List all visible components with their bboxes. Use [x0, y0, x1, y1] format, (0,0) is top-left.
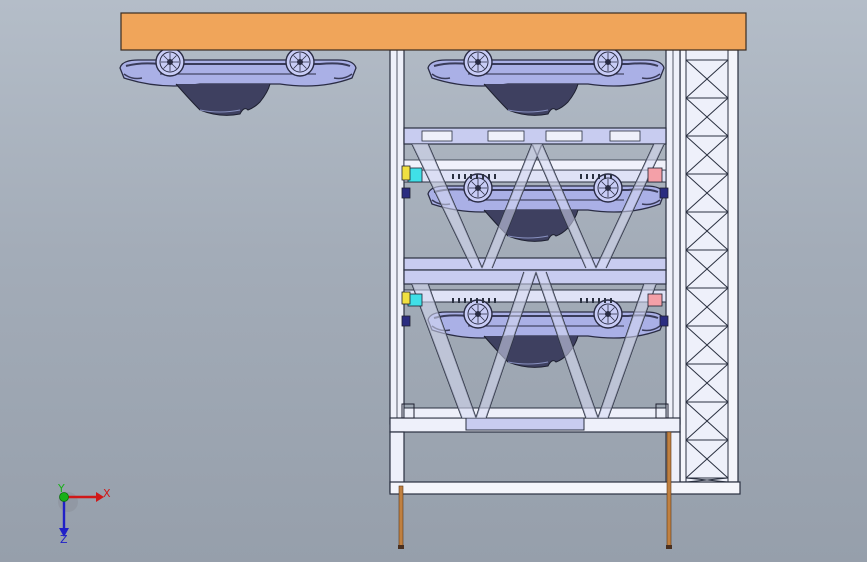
lattice-tower: [679, 49, 739, 483]
rail-tick: [580, 298, 582, 303]
rail-tick: [476, 174, 478, 179]
coordinate-triad: X Y Z: [57, 482, 111, 546]
cad-viewport[interactable]: X Y Z: [0, 0, 867, 562]
rail-tick: [598, 298, 600, 303]
rail-tick: [458, 174, 460, 179]
rail-tick: [586, 174, 588, 179]
rail-tick: [488, 174, 490, 179]
rail-tick: [488, 298, 490, 303]
rail-tick: [482, 174, 484, 179]
rail-tick: [604, 298, 606, 303]
rail-tick: [592, 174, 594, 179]
car-top-right: [428, 48, 664, 115]
rail-tick: [464, 174, 466, 179]
top-beam: [120, 12, 747, 51]
z-axis-label: Z: [60, 533, 68, 546]
rail-tick: [482, 298, 484, 303]
rail-tick: [458, 298, 460, 303]
rail-tick: [610, 174, 612, 179]
x-axis-label: X: [103, 487, 111, 500]
rail-tick: [494, 174, 496, 179]
rail-tick: [580, 174, 582, 179]
y-axis-label: Y: [57, 482, 65, 495]
rail-tick: [452, 298, 454, 303]
rail-tick: [470, 174, 472, 179]
rail-tick: [464, 298, 466, 303]
car-top-left: [120, 48, 356, 115]
rail-tick: [586, 298, 588, 303]
rail-tick: [476, 298, 478, 303]
rail-tick: [610, 298, 612, 303]
rail-tick: [494, 298, 496, 303]
rail-tick: [592, 298, 594, 303]
rail-tick: [604, 174, 606, 179]
rail-tick: [598, 174, 600, 179]
rail-tick: [470, 298, 472, 303]
rail-tick: [452, 174, 454, 179]
